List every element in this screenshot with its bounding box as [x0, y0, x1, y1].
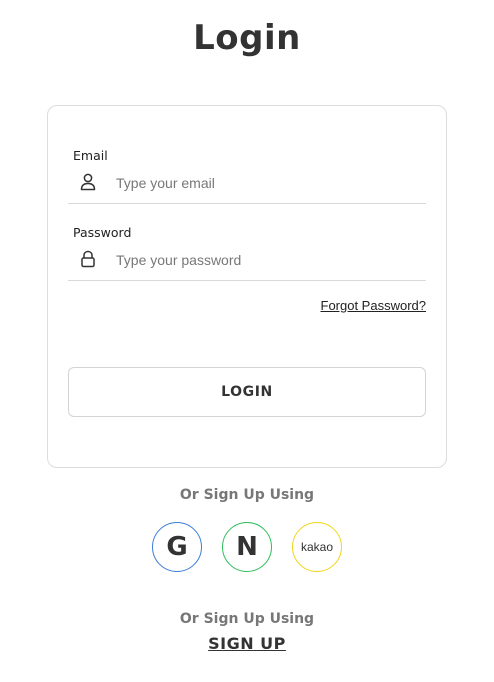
password-label: Password — [73, 225, 132, 240]
kakao-login-button[interactable]: kakao — [292, 522, 342, 572]
user-icon — [80, 173, 96, 191]
password-field-row — [68, 241, 426, 281]
signup-container: SIGN UP — [0, 634, 494, 653]
social-heading: Or Sign Up Using — [179, 487, 315, 503]
google-login-button[interactable]: G — [152, 522, 202, 572]
page-title: Login — [193, 18, 301, 58]
login-button[interactable]: LOGIN — [68, 367, 426, 417]
login-page: Login Email Password — [0, 0, 494, 682]
naver-icon: N — [236, 532, 258, 562]
signup-link[interactable]: SIGN UP — [208, 634, 286, 653]
email-field-row — [68, 164, 426, 204]
login-form: Email Password — [47, 105, 447, 468]
password-input[interactable] — [116, 249, 416, 271]
email-input[interactable] — [116, 172, 416, 194]
email-label: Email — [73, 148, 108, 163]
forgot-password-link[interactable]: Forgot Password? — [321, 298, 427, 313]
email-field-group: Email — [68, 148, 426, 204]
signup-heading: Or Sign Up Using — [179, 611, 315, 627]
lock-icon — [80, 250, 96, 268]
naver-login-button[interactable]: N — [222, 522, 272, 572]
kakao-icon: kakao — [300, 540, 334, 554]
google-icon: G — [166, 532, 188, 562]
password-field-group: Password — [68, 225, 426, 281]
